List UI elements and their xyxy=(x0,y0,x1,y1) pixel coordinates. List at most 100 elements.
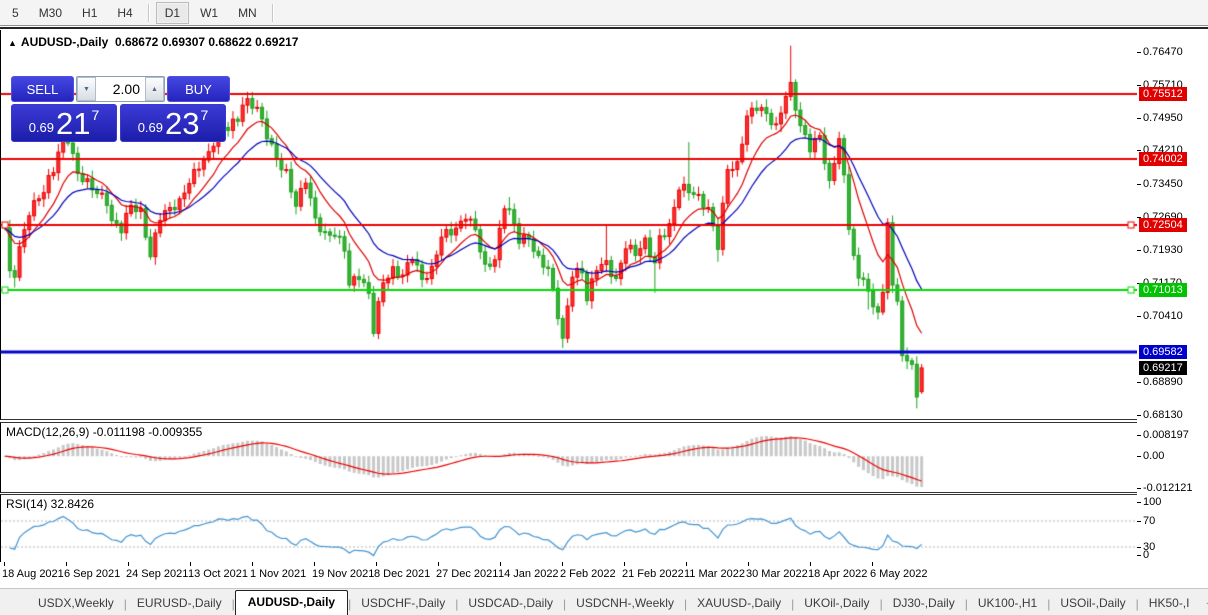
chart-tab-bar: USDX,Weekly|EURUSD-,Daily|AUDUSD-,Daily|… xyxy=(0,588,1208,615)
sell-price-display[interactable]: 0.69217 xyxy=(11,104,117,142)
trading-platform-window: 5M30H1H4 D1W1MN ▲ AUDUSD-,Daily 0.68672 0.… xyxy=(0,0,1208,615)
timeframe-5[interactable]: 5 xyxy=(3,2,28,24)
price-tick-label: 0.70410 xyxy=(1143,310,1183,322)
buy-price-point: 7 xyxy=(201,107,209,123)
tab-usdx-weekly[interactable]: USDX,Weekly xyxy=(28,593,124,615)
price-tick-label: 0.68890 xyxy=(1143,376,1183,388)
date-label: 18 Aug 2021 xyxy=(2,568,64,580)
volume-increase-icon[interactable]: ▲ xyxy=(145,77,164,101)
price-tick-mark xyxy=(1137,184,1141,185)
tab-hk50-i[interactable]: HK50-,I xyxy=(1139,593,1200,615)
timeframe-w1[interactable]: W1 xyxy=(191,2,227,24)
date-label: 18 Apr 2022 xyxy=(808,568,867,580)
macd-label: MACD(12,26,9) -0.011198 -0.009355 xyxy=(6,425,202,439)
rsi-label: RSI(14) 32.8426 xyxy=(6,497,94,511)
price-tick-mark xyxy=(1137,52,1141,53)
price-level-badge: 0.75512 xyxy=(1139,87,1187,101)
chart-ohlc-values: 0.68672 0.69307 0.68622 0.69217 xyxy=(115,35,299,49)
buy-price-base: 0.69 xyxy=(138,120,163,135)
timeframe-h4[interactable]: H4 xyxy=(108,2,141,24)
rsi-tick-label: 0 xyxy=(1143,549,1149,561)
macd-tick-mark xyxy=(1137,435,1141,436)
toolbar-separator xyxy=(272,4,274,22)
timeframe-toolbar: 5M30H1H4 D1W1MN xyxy=(0,0,1208,26)
price-tick-mark xyxy=(1137,250,1141,251)
chart-title: ▲ AUDUSD-,Daily 0.68672 0.69307 0.68622 0… xyxy=(8,35,298,49)
price-tick-label: 0.71930 xyxy=(1143,244,1183,256)
date-tick-mark xyxy=(748,562,749,566)
one-click-trade-panel: SELL ▼ 2.00 ▲ BUY 0.69217 0.69237 xyxy=(11,76,230,142)
tab-eurusd-daily[interactable]: EURUSD-,Daily xyxy=(127,593,232,615)
timeframe-m30[interactable]: M30 xyxy=(30,2,71,24)
rsi-chart-canvas[interactable] xyxy=(1,495,1137,562)
date-label: 14 Jan 2022 xyxy=(498,568,559,580)
collapse-triangle-icon[interactable]: ▲ xyxy=(8,38,17,48)
date-label: 6 Sep 2021 xyxy=(64,568,120,580)
date-label: 21 Feb 2022 xyxy=(622,568,684,580)
timeframe-mn[interactable]: MN xyxy=(229,2,266,24)
date-label: 13 Oct 2021 xyxy=(188,568,248,580)
buy-button[interactable]: BUY xyxy=(167,76,230,102)
tabs-scroll-left-icon[interactable]: ◄ xyxy=(1199,594,1208,615)
price-tick-mark xyxy=(1137,316,1141,317)
tab-usdchf-daily[interactable]: USDCHF-,Daily xyxy=(351,593,455,615)
price-level-badge: 0.69582 xyxy=(1139,345,1187,359)
date-tick-mark xyxy=(128,562,129,566)
rsi-tick-mark xyxy=(1137,547,1141,548)
date-tick-mark xyxy=(562,562,563,566)
date-tick-mark xyxy=(686,562,687,566)
tab-uk100-h1[interactable]: UK100-,H1 xyxy=(968,593,1047,615)
chart-symbol: AUDUSD-,Daily xyxy=(21,35,108,49)
date-tick-mark xyxy=(252,562,253,566)
tab-usdcad-daily[interactable]: USDCAD-,Daily xyxy=(458,593,563,615)
sell-price-base: 0.69 xyxy=(29,120,54,135)
date-label: 30 Mar 2022 xyxy=(746,568,808,580)
date-axis: 18 Aug 20216 Sep 2021 24 Sep 202113 Oct 2… xyxy=(0,562,1137,588)
price-tick-mark xyxy=(1137,150,1141,151)
macd-tick-label: -0.012121 xyxy=(1143,482,1193,494)
price-tick-mark xyxy=(1137,415,1141,416)
date-label: 24 Sep 2021 xyxy=(126,568,188,580)
date-tick-mark xyxy=(376,562,377,566)
date-label: 27 Dec 2021 xyxy=(436,568,498,580)
tab-usoil-daily[interactable]: USOil-,Daily xyxy=(1050,593,1135,615)
timeframe-d1[interactable]: D1 xyxy=(156,2,189,24)
macd-pane[interactable]: MACD(12,26,9) -0.011198 -0.009355 xyxy=(0,422,1138,493)
toolbar-separator xyxy=(148,4,150,22)
price-tick-mark xyxy=(1137,118,1141,119)
price-tick-label: 0.76470 xyxy=(1143,46,1183,58)
macd-tick-label: 0.00 xyxy=(1143,450,1164,462)
price-axis: 0.764700.757100.749500.742100.734500.726… xyxy=(1137,29,1208,588)
price-tick-label: 0.68130 xyxy=(1143,409,1183,421)
date-tick-mark xyxy=(624,562,625,566)
date-tick-mark xyxy=(314,562,315,566)
date-tick-mark xyxy=(438,562,439,566)
tab-xauusd-daily[interactable]: XAUUSD-,Daily xyxy=(687,593,791,615)
price-pane[interactable]: ▲ AUDUSD-,Daily 0.68672 0.69307 0.68622 0… xyxy=(0,30,1138,420)
tab-dj30-daily[interactable]: DJ30-,Daily xyxy=(883,593,965,615)
date-tick-mark xyxy=(810,562,811,566)
sell-button[interactable]: SELL xyxy=(11,76,74,102)
sell-price-pips: 21 xyxy=(56,109,90,139)
volume-spinner[interactable]: ▼ 2.00 ▲ xyxy=(76,76,165,102)
price-level-badge: 0.69217 xyxy=(1139,361,1187,375)
price-tick-label: 0.73450 xyxy=(1143,178,1183,190)
volume-value[interactable]: 2.00 xyxy=(96,77,145,101)
rsi-tick-mark xyxy=(1137,555,1141,556)
tab-audusd-daily[interactable]: AUDUSD-,Daily xyxy=(235,590,348,615)
price-tick-mark xyxy=(1137,382,1141,383)
date-tick-mark xyxy=(500,562,501,566)
buy-price-pips: 23 xyxy=(165,109,199,139)
tab-usdcnh-weekly[interactable]: USDCNH-,Weekly xyxy=(566,593,684,615)
timeframe-h1[interactable]: H1 xyxy=(73,2,106,24)
sell-price-point: 7 xyxy=(92,107,100,123)
buy-price-display[interactable]: 0.69237 xyxy=(120,104,226,142)
rsi-pane[interactable]: RSI(14) 32.8426 xyxy=(0,494,1138,563)
price-level-badge: 0.74002 xyxy=(1139,152,1187,166)
rsi-tick-label: 100 xyxy=(1143,496,1161,508)
date-tick-mark xyxy=(4,562,5,566)
macd-tick-mark xyxy=(1137,488,1141,489)
tab-ukoil-daily[interactable]: UKOil-,Daily xyxy=(794,593,879,615)
rsi-tick-label: 70 xyxy=(1143,515,1155,527)
volume-decrease-icon[interactable]: ▼ xyxy=(77,77,96,101)
